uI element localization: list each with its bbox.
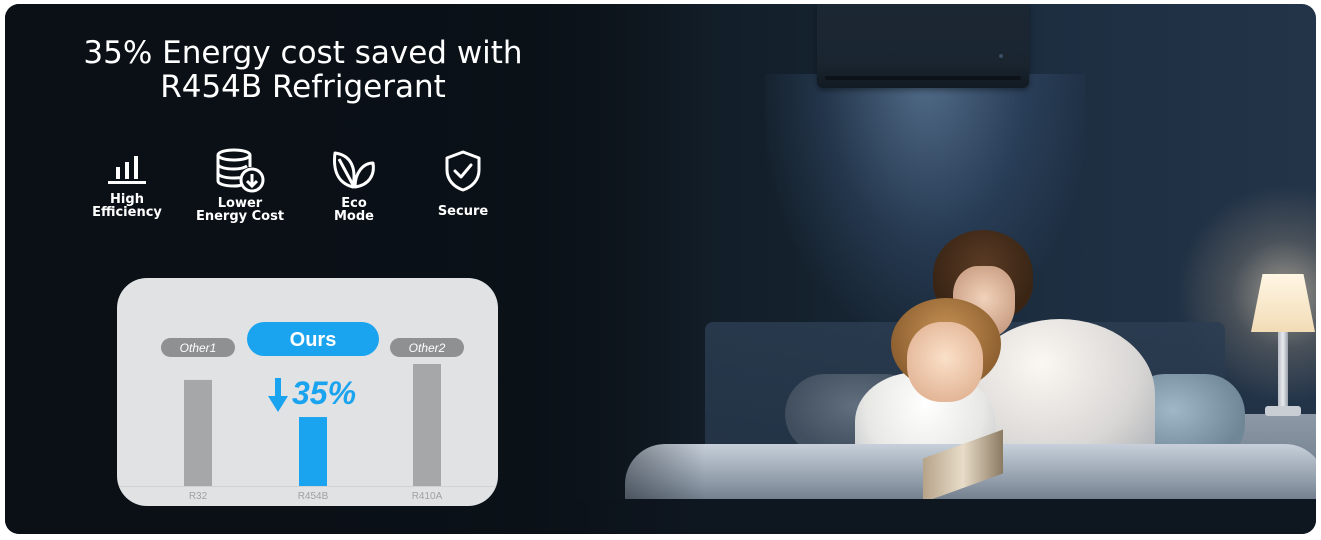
feature-high-efficiency: High Efficiency xyxy=(72,149,182,219)
tick-label-r32: R32 xyxy=(189,491,208,502)
air-conditioner-unit xyxy=(817,4,1029,88)
bar-r32 xyxy=(184,379,212,486)
feature-label: Lower Energy Cost xyxy=(195,196,285,224)
child-face xyxy=(907,322,983,402)
bar-r454b xyxy=(299,417,327,486)
feature-lower-energy-cost: Lower Energy Cost xyxy=(185,147,295,223)
headline-line-2: R454B Refrigerant xyxy=(160,69,446,105)
down-arrow-head xyxy=(268,396,288,412)
tick-label-r410a: R410A xyxy=(412,491,443,502)
badge-ours-label: Ours xyxy=(290,329,337,351)
shield-check-icon xyxy=(445,150,481,192)
lamp-stem xyxy=(1278,330,1288,410)
hero-banner: 35% Energy cost saved with R454B Refrige… xyxy=(5,4,1316,534)
ac-vent xyxy=(825,76,1021,80)
feature-label: Eco Mode xyxy=(334,196,374,224)
feature-eco-mode: Eco Mode xyxy=(299,149,409,223)
bar-r410a xyxy=(413,364,441,486)
tick-label-r454b: R454B xyxy=(298,491,329,502)
ac-indicator xyxy=(999,54,1003,58)
feature-label: High Efficiency xyxy=(92,192,162,220)
ac-light-glow xyxy=(765,74,1085,334)
headline-line-1: 35% Energy cost saved with xyxy=(83,35,523,71)
reduction-annotation: 35% xyxy=(292,375,356,411)
coins-download-icon xyxy=(216,148,265,193)
chart-svg: R32 R454B R410A Other1 Ours Other2 35% xyxy=(117,322,498,502)
bar-chart-icon xyxy=(108,156,146,184)
leaf-icon xyxy=(333,151,375,189)
lamp-base xyxy=(1265,406,1301,416)
feature-label: Secure xyxy=(437,204,489,219)
down-arrow-shaft xyxy=(275,378,281,398)
badge-other2-label: Other2 xyxy=(409,341,446,355)
chart-baseline xyxy=(117,486,498,487)
feature-secure: Secure xyxy=(408,149,518,218)
headline: 35% Energy cost saved with R454B Refrige… xyxy=(73,36,533,104)
energy-comparison-chart: R32 R454B R410A Other1 Ours Other2 35% xyxy=(117,278,498,506)
badge-other1-label: Other1 xyxy=(180,341,217,355)
